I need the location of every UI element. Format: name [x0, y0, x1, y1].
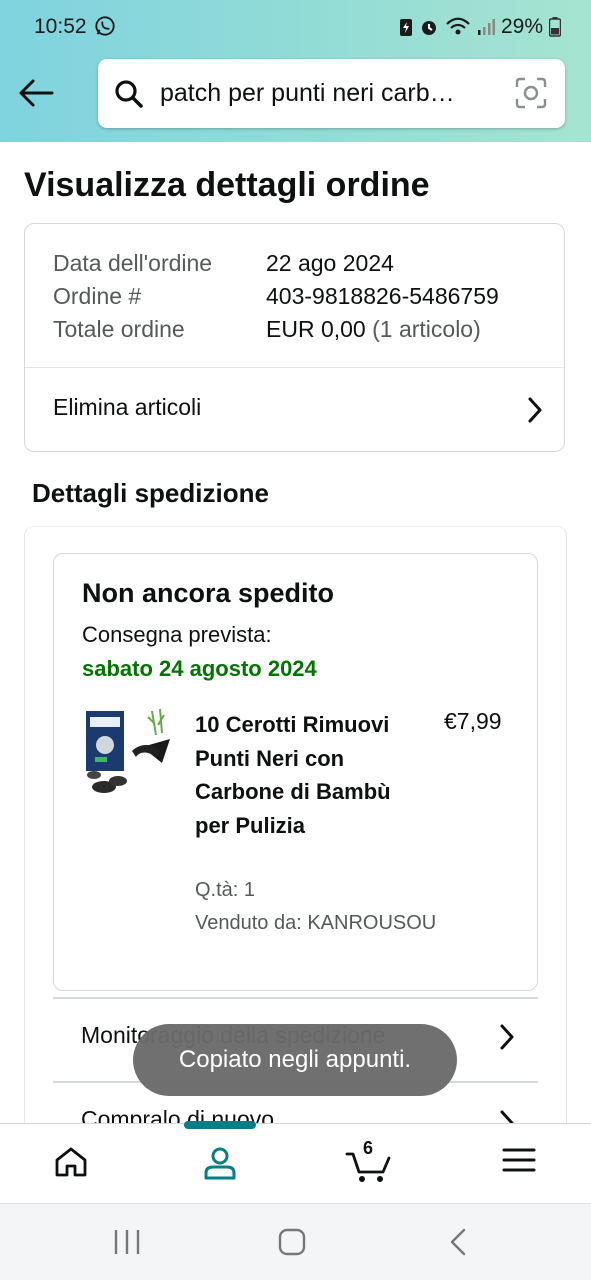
alarm-icon	[421, 21, 436, 35]
page-title: Visualizza dettagli ordine	[24, 166, 430, 204]
product-price: €7,99	[444, 708, 502, 734]
chevron-right-icon	[500, 1110, 514, 1123]
order-total-value: EUR 0,00 (1 articolo)	[266, 316, 481, 342]
shipment-section-title: Dettagli spedizione	[32, 478, 269, 508]
system-nav-bar	[0, 1203, 591, 1280]
delivery-label: Consegna prevista:	[82, 622, 272, 647]
camera-scan-icon[interactable]	[515, 77, 547, 109]
signal-icon	[477, 19, 495, 35]
cart-icon	[345, 1152, 391, 1182]
order-date-label: Data dell'ordine	[53, 250, 213, 276]
product-seller[interactable]: Venduto da: KANROUSOU	[195, 912, 436, 935]
home-icon	[55, 1147, 87, 1177]
account-icon	[204, 1147, 236, 1180]
tab-menu[interactable]	[469, 1124, 569, 1204]
delete-items-label: Elimina articoli	[53, 394, 202, 420]
product-quantity: Q.tà: 1	[195, 879, 256, 901]
battery-icon	[549, 17, 561, 37]
home-button-icon[interactable]	[277, 1224, 307, 1260]
app-header: 10:52 29% patch per punti neri carb…	[0, 0, 591, 142]
shipment-status: Non ancora spedito	[82, 578, 335, 608]
battery-percent: 29%	[500, 15, 543, 38]
search-input[interactable]: patch per punti neri carb…	[160, 79, 490, 108]
wifi-icon	[446, 17, 470, 35]
tab-cart[interactable]: 6	[318, 1124, 418, 1204]
search-icon	[115, 80, 143, 108]
recent-apps-icon[interactable]	[112, 1224, 142, 1260]
order-item-count: (1 articolo)	[372, 316, 481, 342]
tab-home[interactable]	[21, 1124, 121, 1204]
status-time: 10:52	[34, 15, 87, 38]
tab-account[interactable]	[170, 1124, 270, 1204]
product-name[interactable]: 10 Cerotti Rimuovi Punti Neri con Carbon…	[195, 708, 425, 842]
toast-message: Copiato negli appunti.	[133, 1024, 457, 1096]
status-right: 29%	[399, 14, 561, 40]
order-number-label: Ordine #	[53, 283, 142, 309]
bottom-tab-bar: 6	[0, 1121, 591, 1204]
chevron-right-icon	[500, 1024, 514, 1050]
order-total-label: Totale ordine	[53, 316, 185, 342]
back-button-icon[interactable]	[446, 1224, 470, 1260]
whatsapp-icon	[95, 16, 115, 36]
status-bar: 10:52 29%	[0, 0, 591, 56]
chevron-right-icon	[528, 397, 542, 423]
product-image[interactable]	[82, 705, 178, 801]
delete-items-row[interactable]: Elimina articoli	[25, 368, 564, 452]
menu-icon	[502, 1148, 536, 1172]
delivery-date: sabato 24 agosto 2024	[82, 656, 317, 681]
back-arrow-icon[interactable]	[18, 78, 54, 108]
search-bar[interactable]: patch per punti neri carb…	[98, 59, 565, 128]
order-number-value: 403-9818826-5486759	[266, 283, 499, 309]
order-summary-card: Data dell'ordine 22 ago 2024 Ordine # 40…	[24, 223, 565, 452]
order-date-value: 22 ago 2024	[266, 250, 394, 276]
battery-saver-icon	[399, 19, 412, 36]
